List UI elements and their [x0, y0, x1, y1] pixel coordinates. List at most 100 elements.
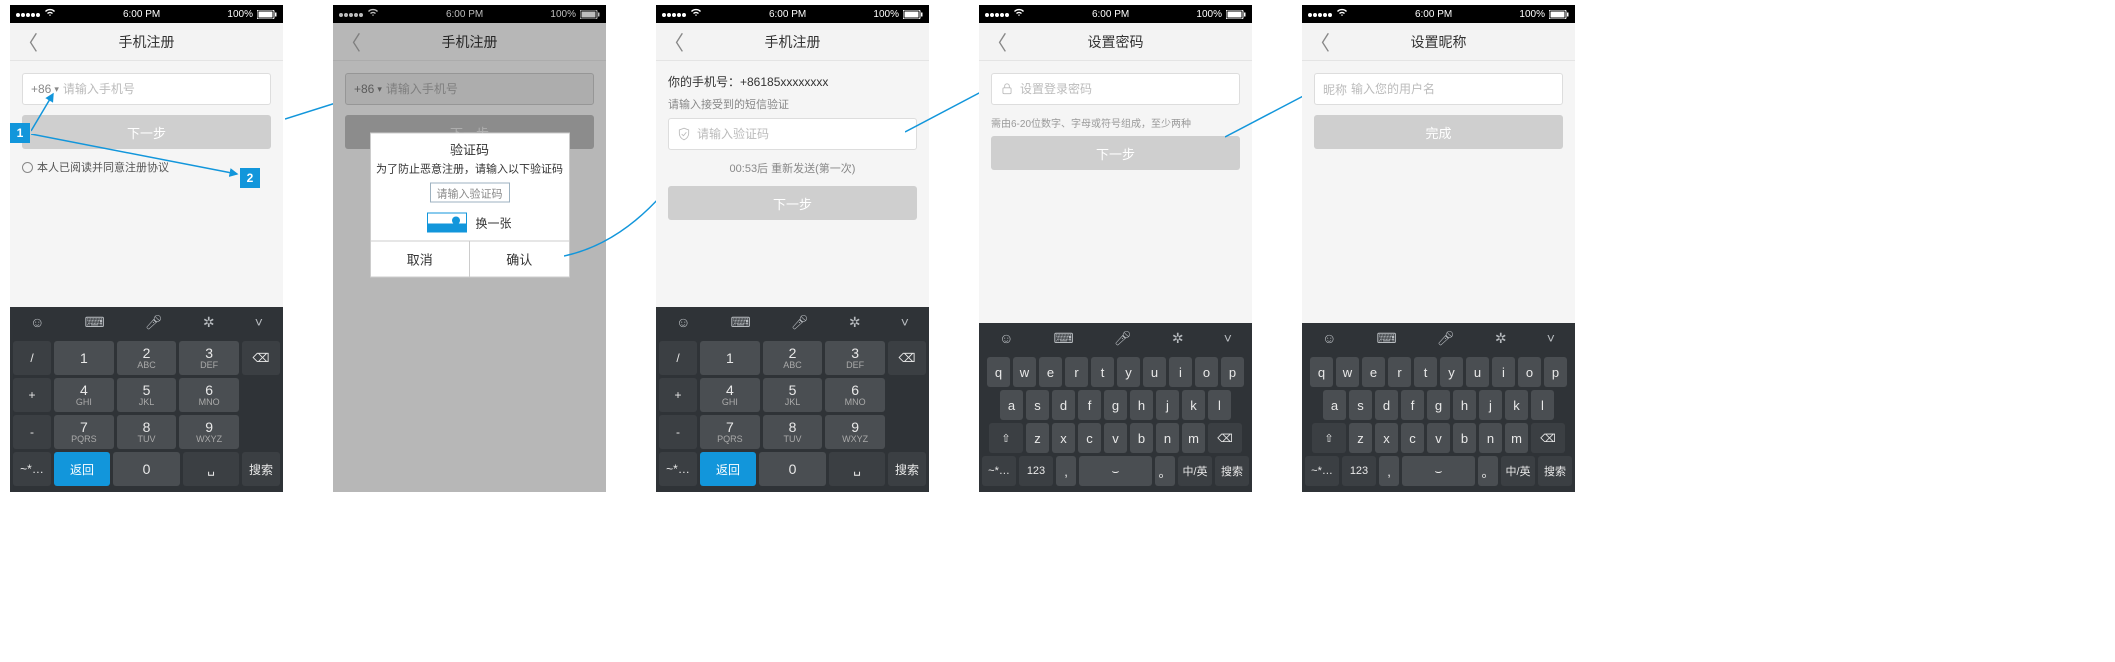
done-button[interactable]: 完成 — [1314, 115, 1563, 149]
key-c[interactable]: c — [1078, 423, 1101, 453]
emoji-icon[interactable]: ☺ — [30, 314, 44, 330]
key-backspace[interactable]: ⌫ — [1531, 423, 1565, 453]
nickname-input[interactable] — [1351, 82, 1554, 96]
chevron-down-icon[interactable]: ˅ — [1224, 330, 1232, 346]
emoji-icon[interactable]: ☺ — [676, 314, 690, 330]
key-symbols[interactable]: ~*… — [982, 456, 1016, 486]
key-o[interactable]: o — [1518, 357, 1541, 387]
key-p[interactable]: p — [1221, 357, 1244, 387]
mic-icon[interactable]: 🎤︎ — [1114, 330, 1132, 347]
key-search[interactable]: 搜索 — [888, 452, 926, 486]
key-w[interactable]: w — [1013, 357, 1036, 387]
chevron-down-icon[interactable]: ˅ — [1547, 330, 1555, 346]
key-search[interactable]: 搜索 — [242, 452, 280, 486]
key-f[interactable]: f — [1401, 390, 1424, 420]
key-slash[interactable]: / — [659, 341, 697, 375]
country-code-prefix[interactable]: +86▾ — [31, 82, 59, 96]
password-input-box[interactable] — [991, 73, 1240, 105]
key-6[interactable]: 6MNO — [179, 378, 239, 412]
password-input[interactable] — [1020, 82, 1231, 96]
gear-icon[interactable]: ✲ — [203, 314, 215, 331]
key-i[interactable]: i — [1169, 357, 1192, 387]
key-n[interactable]: n — [1156, 423, 1179, 453]
key-lang[interactable]: 中/英 — [1178, 456, 1212, 486]
key-2[interactable]: 2ABC — [763, 341, 823, 375]
back-icon[interactable]: 〈 — [664, 27, 684, 56]
chevron-down-icon[interactable]: ˅ — [901, 314, 909, 330]
key-q[interactable]: q — [1310, 357, 1333, 387]
keyboard-icon[interactable]: ⌨ — [731, 314, 751, 331]
key-return[interactable]: 返回 — [700, 452, 756, 486]
key-return[interactable]: 返回 — [54, 452, 110, 486]
key-l[interactable]: l — [1531, 390, 1554, 420]
key-backspace[interactable]: ⌫ — [1208, 423, 1242, 453]
key-sym[interactable]: ~*… — [659, 452, 697, 486]
key-b[interactable]: b — [1453, 423, 1476, 453]
gear-icon[interactable]: ✲ — [1495, 330, 1507, 347]
key-e[interactable]: e — [1362, 357, 1385, 387]
gear-icon[interactable]: ✲ — [849, 314, 861, 331]
key-z[interactable]: z — [1026, 423, 1049, 453]
key-plus[interactable]: + — [659, 378, 697, 412]
key-r[interactable]: r — [1388, 357, 1411, 387]
key-lang[interactable]: 中/英 — [1501, 456, 1535, 486]
key-m[interactable]: m — [1505, 423, 1528, 453]
key-c[interactable]: c — [1401, 423, 1424, 453]
key-h[interactable]: h — [1453, 390, 1476, 420]
key-u[interactable]: u — [1143, 357, 1166, 387]
refresh-captcha-link[interactable]: 换一张 — [475, 214, 511, 231]
phone-input-box[interactable]: +86▾ — [22, 73, 271, 105]
sms-code-input-box[interactable] — [668, 118, 917, 150]
key-shift[interactable]: ⇧ — [989, 423, 1023, 453]
key-j[interactable]: j — [1156, 390, 1179, 420]
captcha-input[interactable]: 请输入验证码 — [430, 183, 510, 203]
key-123[interactable]: 123 — [1342, 456, 1376, 486]
key-r[interactable]: r — [1065, 357, 1088, 387]
key-x[interactable]: x — [1375, 423, 1398, 453]
key-2[interactable]: 2ABC — [117, 341, 177, 375]
key-y[interactable]: y — [1440, 357, 1463, 387]
modal-ok-button[interactable]: 确认 — [470, 242, 569, 277]
nickname-input-box[interactable]: 昵称 — [1314, 73, 1563, 105]
key-s[interactable]: s — [1026, 390, 1049, 420]
key-backspace[interactable]: ⌫ — [242, 341, 280, 375]
key-comma[interactable]: , — [1056, 456, 1076, 486]
next-button[interactable]: 下一步 — [22, 115, 271, 149]
key-1[interactable]: 1 — [54, 341, 114, 375]
gear-icon[interactable]: ✲ — [1172, 330, 1184, 347]
key-3[interactable]: 3DEF — [825, 341, 885, 375]
key-5[interactable]: 5JKL — [763, 378, 823, 412]
key-0[interactable]: 0 — [759, 452, 826, 486]
chevron-down-icon[interactable]: ˅ — [255, 314, 263, 330]
key-shift[interactable]: ⇧ — [1312, 423, 1346, 453]
key-7[interactable]: 7PQRS — [700, 415, 760, 449]
key-e[interactable]: e — [1039, 357, 1062, 387]
key-k[interactable]: k — [1182, 390, 1205, 420]
key-t[interactable]: t — [1414, 357, 1437, 387]
key-y[interactable]: y — [1117, 357, 1140, 387]
keyboard-icon[interactable]: ⌨ — [85, 314, 105, 331]
emoji-icon[interactable]: ☺ — [1322, 330, 1336, 346]
next-button[interactable]: 下一步 — [991, 136, 1240, 170]
key-space[interactable]: ␣ — [829, 452, 885, 486]
key-i[interactable]: i — [1492, 357, 1515, 387]
key-k[interactable]: k — [1505, 390, 1528, 420]
key-4[interactable]: 4GHI — [54, 378, 114, 412]
key-z[interactable]: z — [1349, 423, 1372, 453]
key-d[interactable]: d — [1375, 390, 1398, 420]
agree-row[interactable]: 本人已阅读并同意注册协议 — [22, 159, 271, 175]
key-space[interactable]: ⌣ — [1402, 456, 1475, 486]
key-m[interactable]: m — [1182, 423, 1205, 453]
key-v[interactable]: v — [1104, 423, 1127, 453]
key-backspace[interactable]: ⌫ — [888, 341, 926, 375]
emoji-icon[interactable]: ☺ — [999, 330, 1013, 346]
key-period[interactable]: 。 — [1478, 456, 1498, 486]
keyboard-icon[interactable]: ⌨ — [1377, 330, 1397, 347]
key-l[interactable]: l — [1208, 390, 1231, 420]
back-icon[interactable]: 〈 — [987, 27, 1007, 56]
key-sym[interactable]: ~*… — [13, 452, 51, 486]
sms-code-input[interactable] — [697, 127, 908, 141]
key-space[interactable]: ⌣ — [1079, 456, 1152, 486]
key-b[interactable]: b — [1130, 423, 1153, 453]
key-8[interactable]: 8TUV — [763, 415, 823, 449]
